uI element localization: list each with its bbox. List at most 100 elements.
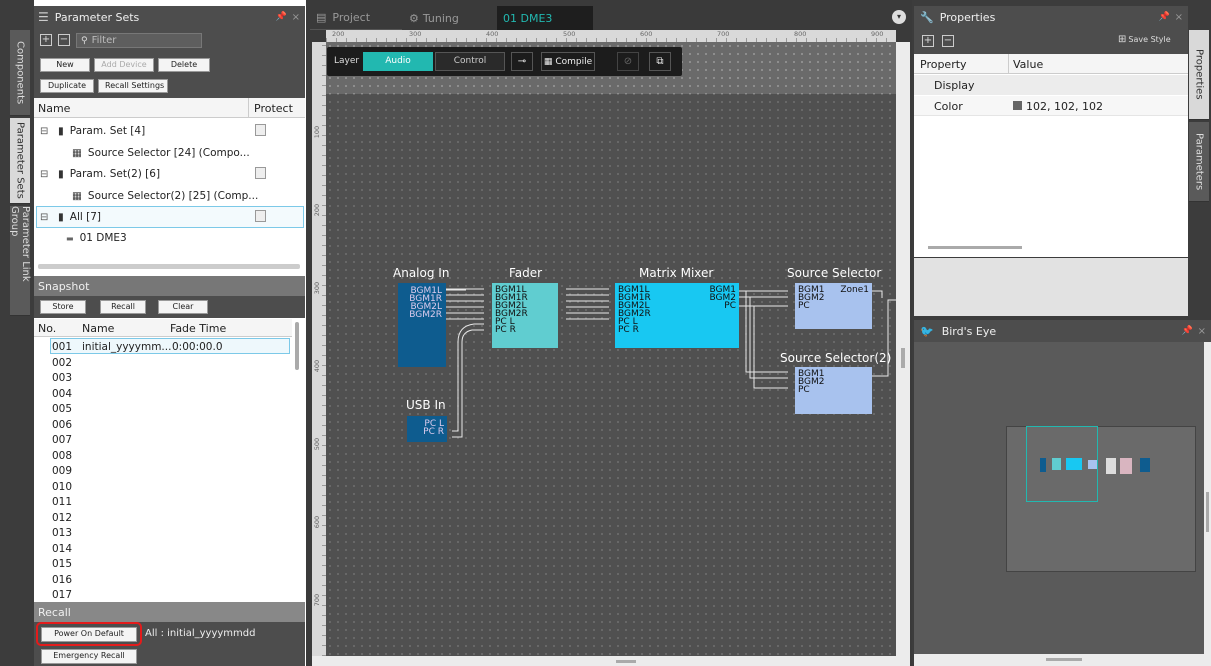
- column-value[interactable]: Value: [1013, 58, 1043, 71]
- save-style-icon: ⊞: [1118, 34, 1127, 45]
- tab-tuning[interactable]: ⚙ Tuning: [403, 6, 495, 30]
- component-icon: ▦: [72, 147, 82, 159]
- color-swatch[interactable]: [1013, 101, 1022, 110]
- column-no[interactable]: No.: [38, 322, 56, 335]
- emergency-recall-button[interactable]: Emergency Recall: [41, 649, 137, 664]
- snapshot-scrollbar[interactable]: [295, 322, 299, 370]
- column-name[interactable]: Name: [82, 322, 114, 335]
- save-style-button[interactable]: ⊞ Save Style: [1118, 34, 1171, 45]
- pin-icon[interactable]: 📌: [276, 12, 287, 22]
- matrix-in-ports: BGM1L BGM1R BGM2L BGM2R PC L PC R: [618, 285, 651, 335]
- protect-checkbox[interactable]: [255, 167, 266, 179]
- source-selector-title: Source Selector: [787, 266, 882, 280]
- tree-item-label: All [7]: [69, 211, 102, 223]
- tab-dme3[interactable]: 01 DME3: [497, 6, 593, 30]
- clear-button[interactable]: Clear: [158, 300, 208, 314]
- left-ruler-tick: 500: [313, 437, 322, 451]
- tab-project[interactable]: ▤ Project: [310, 6, 402, 30]
- usb-in-ports: PC L PC R: [423, 419, 444, 437]
- tab-components[interactable]: Components: [10, 30, 30, 116]
- close-icon[interactable]: ×: [1198, 326, 1206, 337]
- usb-in-block[interactable]: PC L PC R: [407, 416, 447, 442]
- filter-placeholder: Filter: [91, 35, 117, 46]
- power-on-default-button[interactable]: Power On Default: [41, 627, 137, 642]
- collapse-icon[interactable]: ⊟: [40, 126, 52, 137]
- tab-parameter-sets[interactable]: Parameter Sets: [10, 118, 30, 204]
- analog-in-block[interactable]: BGM1L BGM1R BGM2L BGM2R: [398, 283, 446, 367]
- tree-scrollbar[interactable]: [38, 264, 300, 269]
- section-display: Display: [934, 79, 975, 92]
- recall-button[interactable]: Recall: [100, 300, 146, 314]
- properties-header: Property Value: [914, 54, 1188, 74]
- fader-block[interactable]: BGM1L BGM1R BGM2L BGM2R PC L PC R: [492, 283, 558, 348]
- document-icon: ▤: [316, 11, 327, 24]
- snapshot-no: 003: [52, 372, 73, 384]
- top-ruler-tick: 600: [640, 30, 653, 38]
- parameter-set-icon: ▮: [58, 125, 64, 137]
- recall-title: Recall: [38, 605, 71, 619]
- close-icon[interactable]: ×: [292, 12, 300, 23]
- recall-settings-button[interactable]: Recall Settings: [98, 79, 168, 93]
- properties-toolbar: + − ⊞ Save Style: [914, 28, 1188, 54]
- birds-eye-view[interactable]: [914, 342, 1204, 654]
- tree-item-source-selector-2[interactable]: ▦ Source Selector(2) [25] (Comp...: [36, 185, 304, 207]
- collapse-all-icon[interactable]: −: [942, 35, 954, 47]
- property-row-color[interactable]: Color 102, 102, 102: [914, 96, 1188, 116]
- snapshot-no: 015: [52, 558, 73, 570]
- source-selector-2-block[interactable]: BGM1 BGM2 PC: [795, 367, 872, 414]
- tab-parameter-link-group[interactable]: Parameter Link Group: [9, 206, 31, 316]
- power-on-default-value: All : initial_yyyymmdd: [145, 628, 256, 639]
- tree-item-source-selector[interactable]: ▦ Source Selector [24] (Compo...: [36, 142, 304, 164]
- column-name[interactable]: Name: [38, 102, 70, 115]
- birds-eye-hscroll-thumb[interactable]: [1046, 658, 1082, 661]
- tab-parameters[interactable]: Parameters: [1189, 122, 1209, 202]
- matrix-out-ports: BGM1 BGM2 PC: [709, 285, 736, 311]
- close-icon[interactable]: ×: [1175, 12, 1183, 23]
- tab-properties[interactable]: Properties: [1189, 30, 1209, 120]
- column-property[interactable]: Property: [920, 58, 967, 71]
- column-fade-time[interactable]: Fade Time: [170, 322, 226, 335]
- fader-title: Fader: [509, 266, 543, 280]
- birds-eye-vscroll-thumb[interactable]: [1206, 492, 1209, 532]
- tree-item-label: 01 DME3: [79, 232, 127, 244]
- canvas-hscroll: [312, 656, 910, 666]
- delete-button[interactable]: Delete: [158, 58, 210, 72]
- duplicate-button[interactable]: Duplicate: [40, 79, 94, 93]
- tree-item-dme3[interactable]: ▬ 01 DME3: [36, 227, 304, 249]
- source-selector-block[interactable]: BGM1 BGM2 PC Zone1: [795, 283, 872, 329]
- usb-in-title: USB In: [406, 398, 446, 412]
- store-button[interactable]: Store: [40, 300, 86, 314]
- snapshot-header: No. Name Fade Time: [34, 319, 292, 337]
- properties-help-area: [914, 258, 1188, 316]
- expand-all-icon[interactable]: +: [922, 35, 934, 47]
- pin-icon[interactable]: 📌: [1159, 12, 1170, 22]
- canvas-vscroll-thumb[interactable]: [901, 348, 905, 368]
- properties-scrollbar[interactable]: [928, 246, 1022, 249]
- left-ruler-tick: 300: [313, 281, 322, 295]
- new-button[interactable]: New: [40, 58, 90, 72]
- top-ruler-tick: 400: [486, 30, 499, 38]
- pin-icon[interactable]: 📌: [1182, 326, 1193, 336]
- tab-dropdown-icon[interactable]: ▾: [892, 10, 906, 24]
- top-ruler-tick: 200: [332, 30, 345, 38]
- properties-title: Properties: [939, 10, 996, 24]
- top-ruler-tick: 900: [871, 30, 884, 38]
- snapshot-no: 016: [52, 573, 73, 586]
- protect-checkbox[interactable]: [255, 210, 266, 222]
- matrix-mixer-block[interactable]: BGM1L BGM1R BGM2L BGM2R PC L PC R BGM1 BGM2 PC: [615, 283, 739, 348]
- properties-section: Display: [914, 75, 1188, 95]
- tree-item-label: Source Selector(2) [25] (Comp...: [87, 190, 259, 202]
- snapshot-no: 017: [52, 589, 73, 601]
- filter-field[interactable]: ⚲ Filter: [76, 33, 202, 48]
- expand-all-icon[interactable]: +: [40, 34, 52, 46]
- collapse-icon[interactable]: ⊟: [40, 212, 52, 223]
- collapse-all-icon[interactable]: −: [58, 34, 70, 46]
- collapse-icon[interactable]: ⊟: [40, 169, 52, 180]
- protect-checkbox[interactable]: [255, 124, 266, 136]
- snapshot-no: 008: [52, 449, 73, 462]
- canvas-hscroll-thumb[interactable]: [616, 660, 636, 663]
- column-protect[interactable]: Protect: [254, 102, 293, 115]
- snapshot-no: 010: [52, 480, 73, 493]
- birds-eye-thumbnail: [1040, 456, 1152, 476]
- add-device-button[interactable]: Add Device: [94, 58, 154, 72]
